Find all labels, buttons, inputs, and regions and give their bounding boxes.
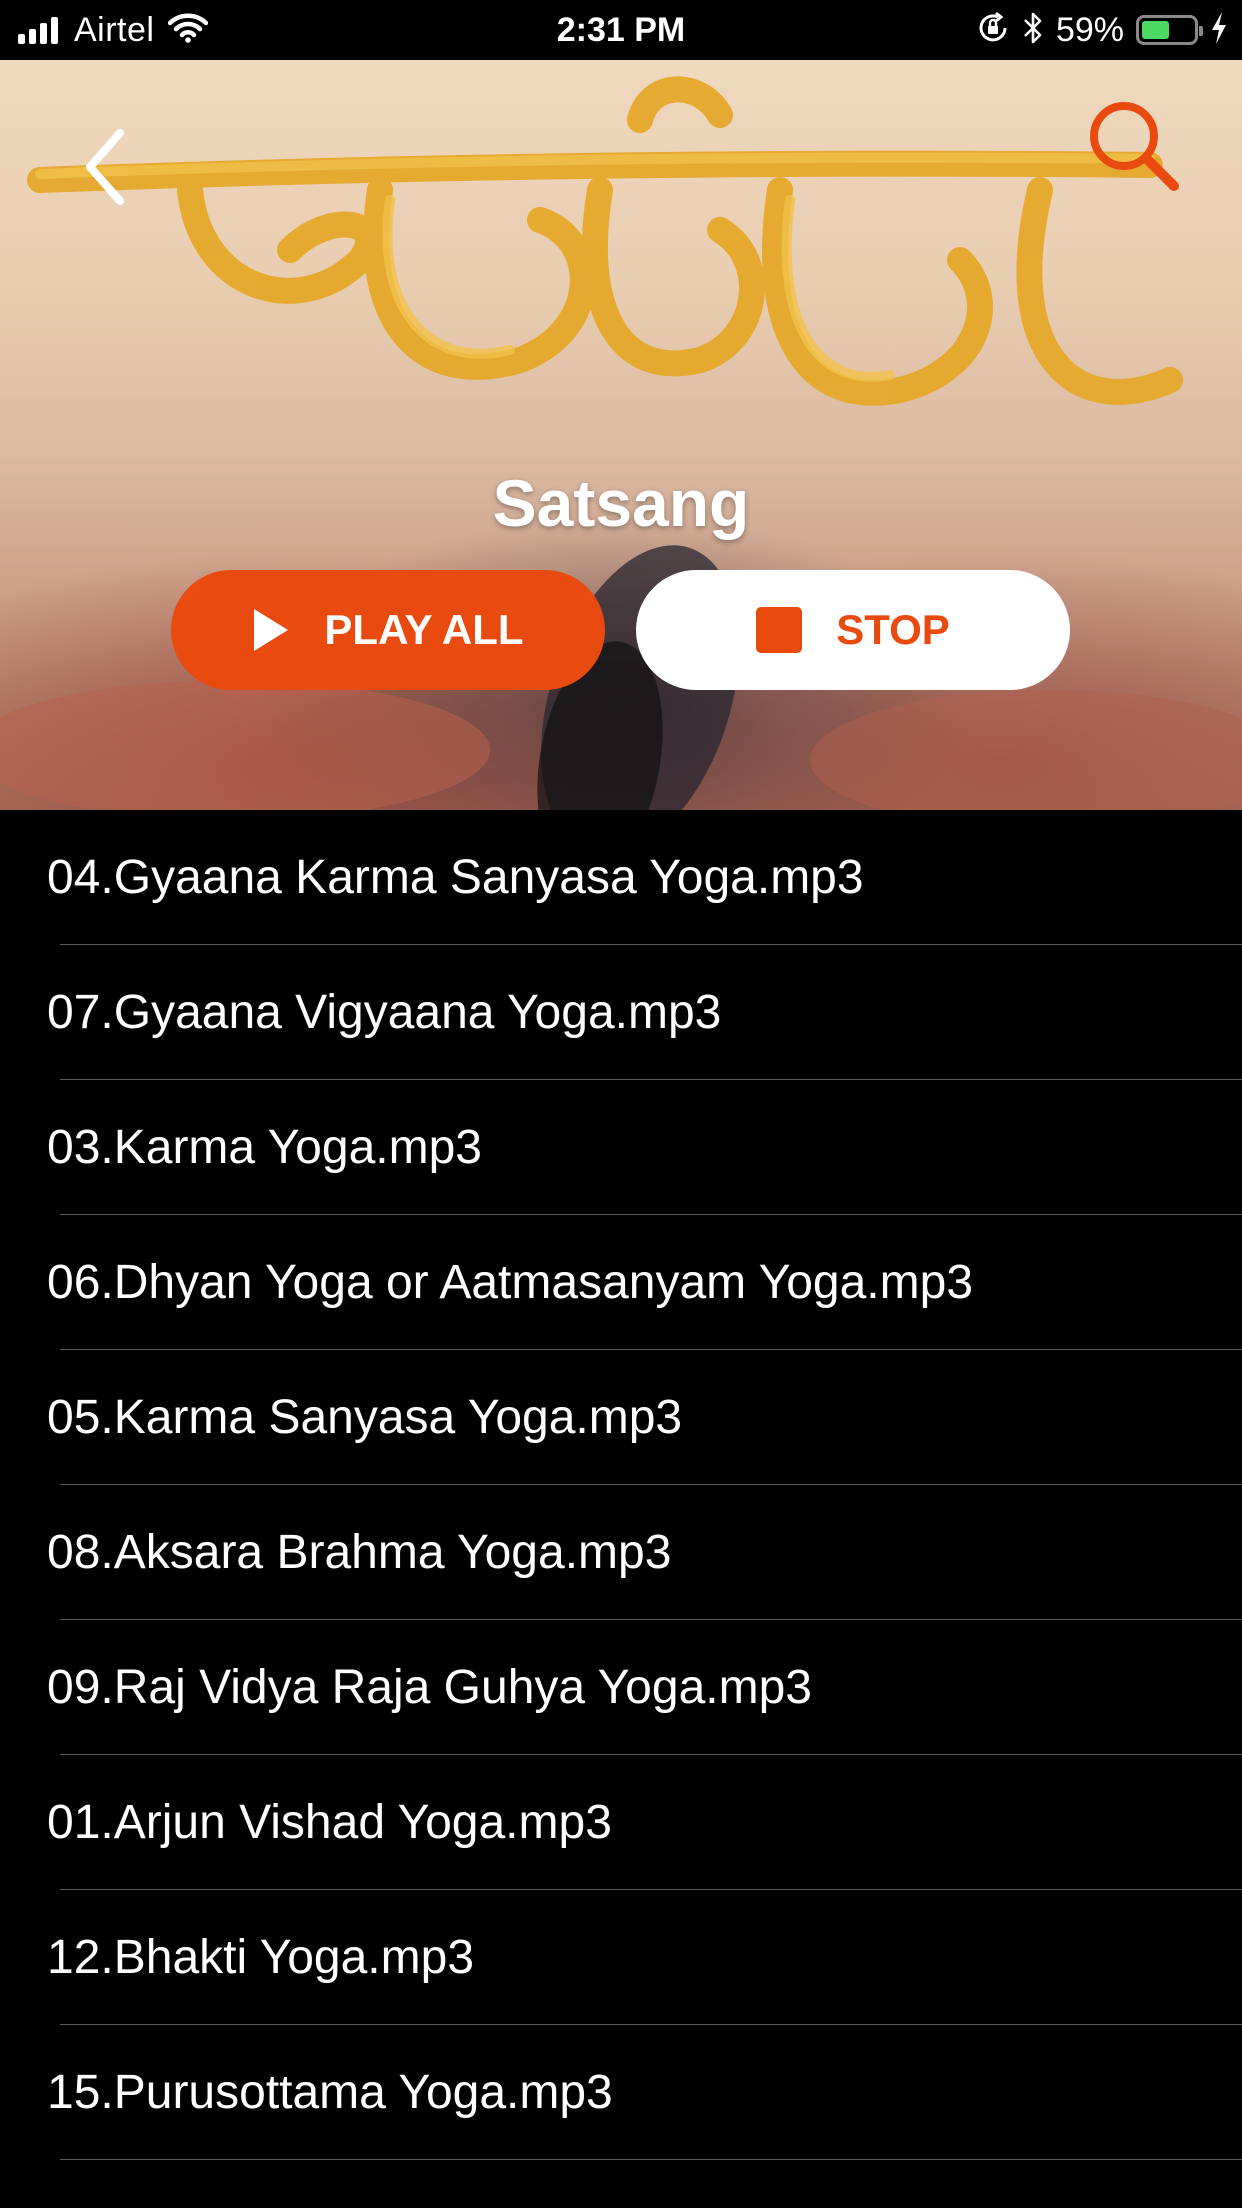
- orientation-lock-icon: [976, 11, 1010, 50]
- track-title: 06.Dhyan Yoga or Aatmasanyam Yoga.mp3: [47, 1256, 974, 1309]
- play-icon: [252, 607, 290, 653]
- search-icon: [1090, 102, 1179, 191]
- track-title: 01.Arjun Vishad Yoga.mp3: [47, 1796, 612, 1849]
- stop-icon: [756, 607, 803, 653]
- page-title: Satsang: [492, 466, 750, 540]
- list-item[interactable]: 03.Karma Yoga.mp3: [0, 1080, 1242, 1215]
- charging-bolt-icon: [1210, 11, 1228, 50]
- track-title: 03.Karma Yoga.mp3: [47, 1121, 482, 1174]
- list-item[interactable]: 15.Purusottama Yoga.mp3: [0, 2025, 1242, 2160]
- back-button[interactable]: [70, 122, 140, 212]
- list-item[interactable]: 05.Karma Sanyasa Yoga.mp3: [0, 1350, 1242, 1485]
- album-art: [0, 76, 1242, 810]
- track-list: 04.Gyaana Karma Sanyasa Yoga.mp3 07.Gyaa…: [0, 810, 1242, 2160]
- chevron-left-icon: [86, 129, 124, 205]
- list-item[interactable]: 07.Gyaana Vigyaana Yoga.mp3: [0, 945, 1242, 1080]
- battery-level: [1142, 21, 1170, 39]
- list-item[interactable]: 09.Raj Vidya Raja Guhya Yoga.mp3: [0, 1620, 1242, 1755]
- track-title: 09.Raj Vidya Raja Guhya Yoga.mp3: [47, 1661, 812, 1714]
- list-item[interactable]: 06.Dhyan Yoga or Aatmasanyam Yoga.mp3: [0, 1215, 1242, 1350]
- track-title: 07.Gyaana Vigyaana Yoga.mp3: [47, 986, 722, 1039]
- play-all-button[interactable]: PLAY ALL: [171, 570, 605, 690]
- track-title: 04.Gyaana Karma Sanyasa Yoga.mp3: [47, 851, 864, 904]
- track-title: 05.Karma Sanyasa Yoga.mp3: [47, 1391, 683, 1444]
- battery-percent: 59%: [1055, 10, 1124, 49]
- list-item[interactable]: 12.Bhakti Yoga.mp3: [0, 1890, 1242, 2025]
- play-all-label: PLAY ALL: [324, 606, 524, 653]
- list-item[interactable]: 08.Aksara Brahma Yoga.mp3: [0, 1485, 1242, 1620]
- track-title: 12.Bhakti Yoga.mp3: [47, 1931, 475, 1984]
- list-item[interactable]: 01.Arjun Vishad Yoga.mp3: [0, 1755, 1242, 1890]
- list-item[interactable]: 04.Gyaana Karma Sanyasa Yoga.mp3: [0, 810, 1242, 945]
- app-screen: Airtel 2:31 PM 59% Satsang PLAY ALL STOP…: [0, 0, 1242, 2208]
- stop-label: STOP: [836, 606, 950, 653]
- stop-button[interactable]: STOP: [636, 570, 1070, 690]
- track-title: 08.Aksara Brahma Yoga.mp3: [47, 1526, 672, 1579]
- bluetooth-icon: [1022, 10, 1044, 51]
- album-header: Satsang PLAY ALL STOP: [0, 60, 1242, 810]
- battery-icon: [1136, 15, 1203, 45]
- status-right: 59%: [964, 8, 1228, 52]
- search-button[interactable]: [1082, 94, 1182, 194]
- track-title: 15.Purusottama Yoga.mp3: [47, 2066, 613, 2119]
- status-bar: Airtel 2:31 PM 59%: [0, 0, 1242, 60]
